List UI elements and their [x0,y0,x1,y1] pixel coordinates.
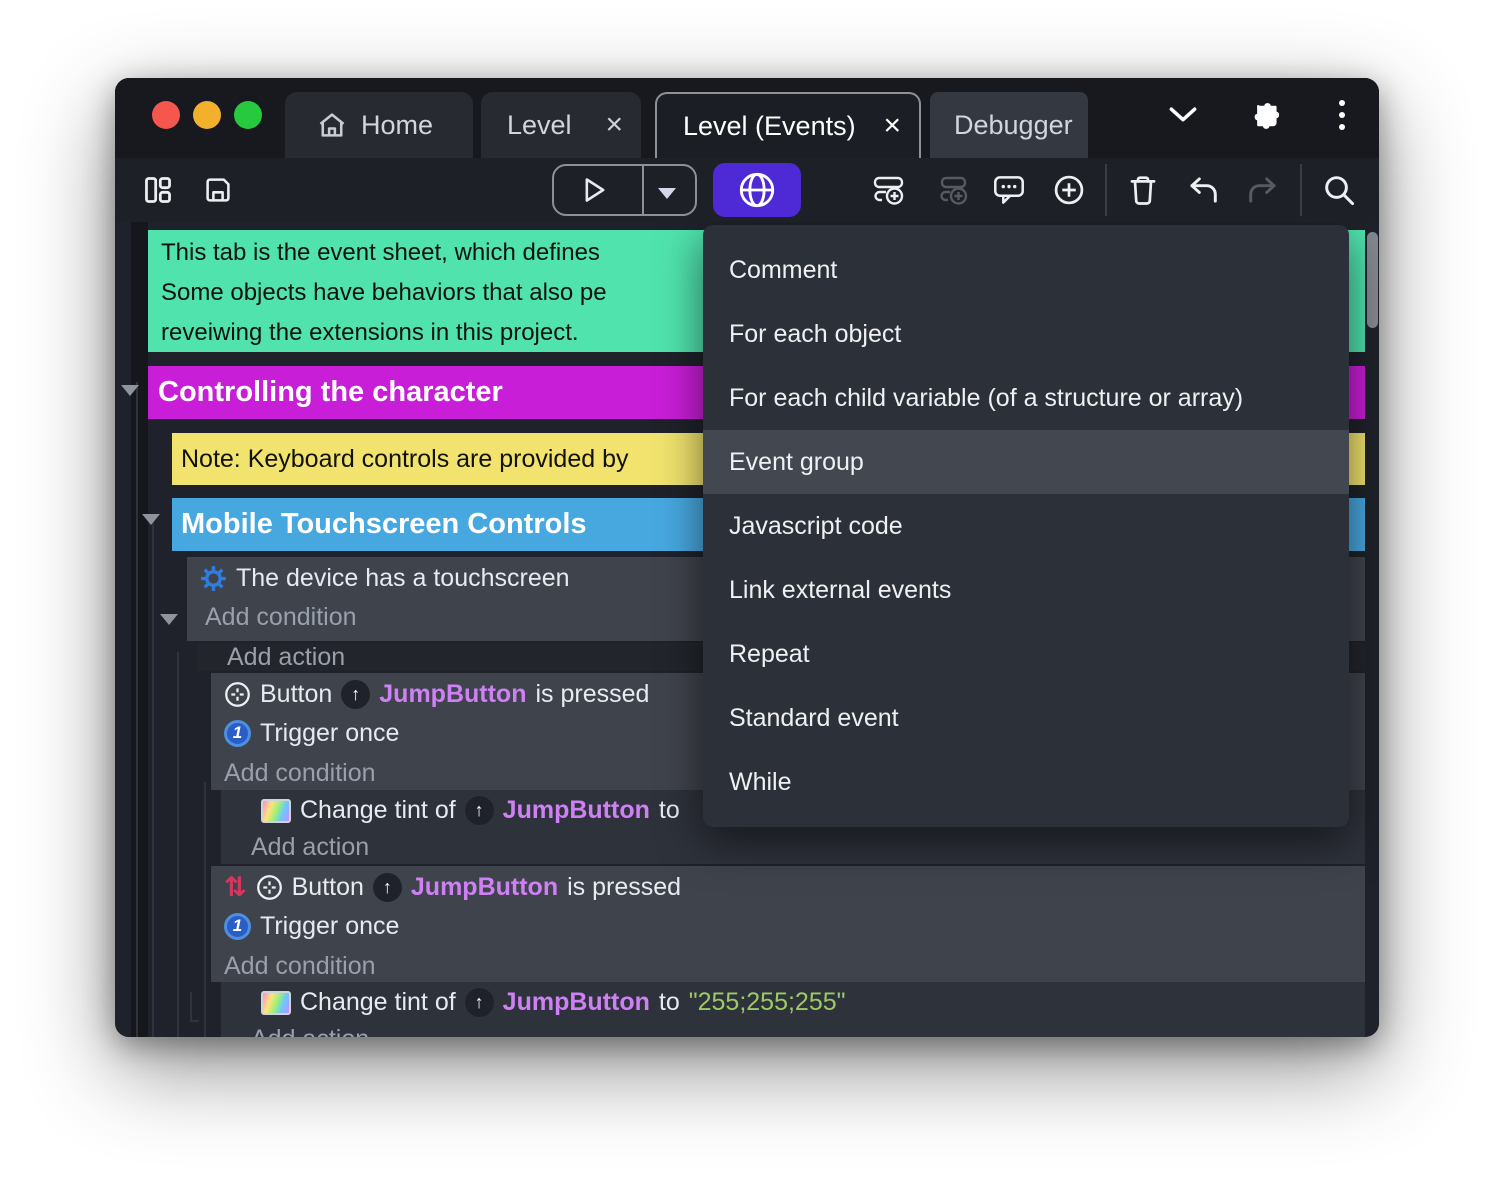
action-text: Change tint of [300,988,456,1016]
action-change-tint-white[interactable]: Change tint of ↑ JumpButton to "255;255;… [221,982,1365,1037]
add-comment-icon[interactable] [993,174,1025,206]
condition-text: Button [260,680,333,708]
indent-guide-elbow [190,992,199,1022]
gutter [131,222,148,1037]
menu-item-for-each-child-variable[interactable]: For each child variable (of a structure … [703,366,1349,430]
add-action-button[interactable]: Add action [221,1020,1365,1038]
string-value: "255;255;255" [688,988,846,1016]
tab-debugger[interactable]: Debugger [930,92,1088,158]
undo-icon[interactable] [1187,175,1219,205]
object-name: JumpButton [410,873,559,901]
event-jumpbutton-pressed-inverted[interactable]: ⇅ Button ↑ JumpButton is pressed 1 Trigg… [211,866,1365,982]
condition-text: Trigger once [260,718,400,747]
object-thumbnail-icon: ↑ [464,796,494,825]
action-text: Change tint of [300,796,456,824]
add-circle-plus-icon[interactable] [1053,174,1085,206]
gamepad-button-icon [224,681,251,708]
save-icon[interactable] [203,175,233,205]
divider [642,166,644,214]
preview-options-caret-icon[interactable] [658,188,676,199]
collapse-arrow-icon[interactable] [160,614,178,625]
menu-item-link-external-events[interactable]: Link external events [703,558,1349,622]
object-name: JumpButton [379,680,527,708]
condition-text: Button [291,873,364,901]
gamepad-button-icon [256,874,283,901]
collapse-arrow-icon[interactable] [121,385,139,396]
condition-text: is pressed [567,873,682,901]
condition-row[interactable]: 1 Trigger once [211,906,1365,946]
invert-condition-icon: ⇅ [224,872,247,902]
toolbar-divider [1105,164,1107,216]
indent-guide [204,782,206,1037]
tab-home[interactable]: Home [285,92,473,158]
add-subevent-icon[interactable] [935,175,969,205]
add-event-icon[interactable] [872,175,906,205]
action-text: to [658,988,680,1016]
app-window: Home Level × Level (Events) × Debugger T… [115,78,1379,1037]
vertical-scrollbar-thumb[interactable] [1367,232,1378,328]
action-text: to [658,796,680,824]
color-tint-icon [261,990,291,1015]
indent-guide [177,652,179,1037]
tab-level-events[interactable]: Level (Events) × [655,92,921,158]
menu-item-standard-event[interactable]: Standard event [703,686,1349,750]
condition-text: Trigger once [260,911,400,940]
toolbar [115,158,1379,222]
menu-item-comment[interactable]: Comment [703,238,1349,302]
toolbar-divider [1300,164,1302,216]
delete-trash-icon[interactable] [1128,174,1158,206]
object-thumbnail-icon: ↑ [341,680,371,709]
extensions-puzzle-icon[interactable] [1248,100,1280,132]
object-name: JumpButton [502,796,650,824]
collapse-arrow-icon[interactable] [142,514,160,525]
tab-label: Debugger [954,109,1073,140]
zoom-window-button[interactable] [234,101,262,129]
trigger-once-icon: 1 [224,912,251,940]
menu-item-while[interactable]: While [703,750,1349,814]
more-options-kebab-icon[interactable] [1339,100,1345,130]
minimize-window-button[interactable] [193,101,221,129]
close-tab-icon[interactable]: × [605,110,623,140]
project-manager-icon[interactable] [143,175,173,205]
close-tab-icon[interactable]: × [883,111,901,141]
condition-row[interactable]: ⇅ Button ↑ JumpButton is pressed [211,866,1365,906]
trigger-once-icon: 1 [224,719,251,747]
condition-text: is pressed [535,680,650,708]
object-name: JumpButton [502,988,650,1016]
menu-item-javascript-code[interactable]: Javascript code [703,494,1349,558]
menu-item-repeat[interactable]: Repeat [703,622,1349,686]
add-condition-button[interactable]: Add condition [211,946,1365,986]
object-thumbnail-icon: ↑ [464,988,494,1017]
object-thumbnail-icon: ↑ [372,873,402,902]
event-sheet: This tab is the event sheet, which defin… [115,222,1379,1037]
color-tint-icon [261,798,291,823]
search-icon[interactable] [1323,174,1355,206]
condition-text: The device has a touchscreen [236,564,570,592]
preview-button-group [552,164,697,216]
action-row[interactable]: Change tint of ↑ JumpButton to "255;255;… [221,982,1365,1020]
tab-label: Level [507,109,572,140]
indent-guide [152,522,154,1037]
menu-item-event-group[interactable]: Event group [703,430,1349,494]
window-controls [152,101,262,129]
gear-icon [200,565,227,592]
tab-label: Home [361,109,434,140]
globe-icon [737,170,777,210]
add-action-button[interactable]: Add action [221,828,1365,866]
menu-item-for-each-object[interactable]: For each object [703,302,1349,366]
tab-label: Level (Events) [683,110,856,141]
add-event-context-menu: Comment For each object For each child v… [703,225,1349,827]
indent-guide [136,382,138,1037]
tab-level[interactable]: Level × [481,92,641,158]
redo-icon[interactable] [1247,175,1279,205]
play-preview-icon[interactable] [582,176,608,204]
titlebar: Home Level × Level (Events) × Debugger [115,78,1379,158]
chevron-down-icon[interactable] [1169,106,1197,124]
publish-button[interactable] [713,163,801,217]
home-icon [317,111,347,139]
close-window-button[interactable] [152,101,180,129]
